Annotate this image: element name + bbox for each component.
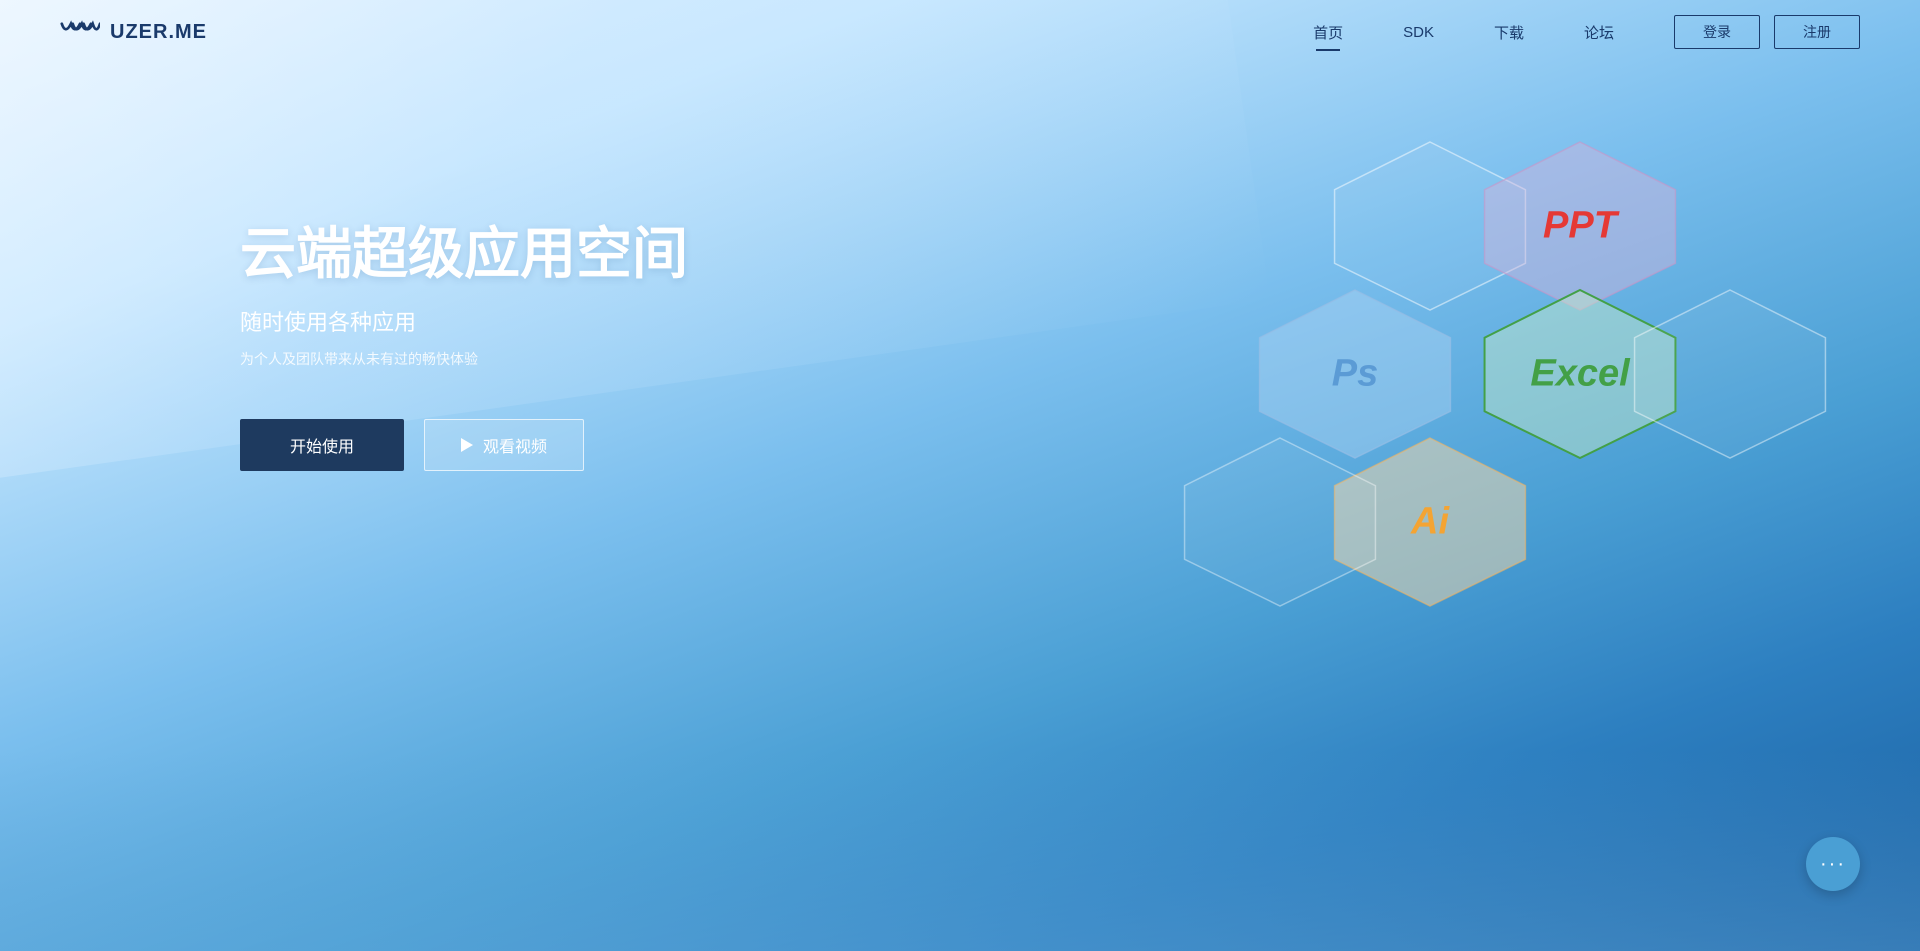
hero-content: 云端超级应用空间 随时使用各种应用 为个人及团队带来从未有过的畅快体验 开始使用… [240,220,688,471]
logo-icon [60,18,100,46]
chat-icon: ··· [1820,853,1846,876]
hex-outline-right [1630,288,1830,460]
nav-buttons: 登录 注册 [1674,15,1860,49]
logo-text: UZER.ME [110,21,207,44]
nav-links: 首页 SDK 下载 论坛 [1313,22,1614,43]
register-button[interactable]: 注册 [1774,15,1860,49]
video-button[interactable]: 观看视频 [424,419,584,471]
hex-ppt: PPT [1480,140,1680,312]
login-button[interactable]: 登录 [1674,15,1760,49]
nav-link-sdk[interactable]: SDK [1403,24,1434,41]
navbar: UZER.ME 首页 SDK 下载 论坛 登录 注册 [0,0,1920,64]
nav-link-download[interactable]: 下载 [1494,22,1524,43]
start-button[interactable]: 开始使用 [240,419,404,471]
play-icon [461,438,473,452]
hero-subtitle: 随时使用各种应用 [240,305,688,337]
chat-bubble[interactable]: ··· [1806,837,1860,891]
hex-container: PPT Ps Excel Ai [1120,140,1740,760]
hero-title: 云端超级应用空间 [240,220,688,287]
hero-section: UZER.ME 首页 SDK 下载 论坛 登录 注册 云端超级应用空间 随时使用… [0,0,1920,951]
logo-area: UZER.ME [60,18,207,46]
hero-actions: 开始使用 观看视频 [240,419,688,471]
hex-ps: Ps [1255,288,1455,460]
hex-outline-bottom [1180,436,1380,608]
nav-link-forum[interactable]: 论坛 [1584,22,1614,43]
nav-link-home[interactable]: 首页 [1313,22,1343,43]
hero-desc: 为个人及团队带来从未有过的畅快体验 [240,349,688,369]
video-button-label: 观看视频 [483,433,547,457]
